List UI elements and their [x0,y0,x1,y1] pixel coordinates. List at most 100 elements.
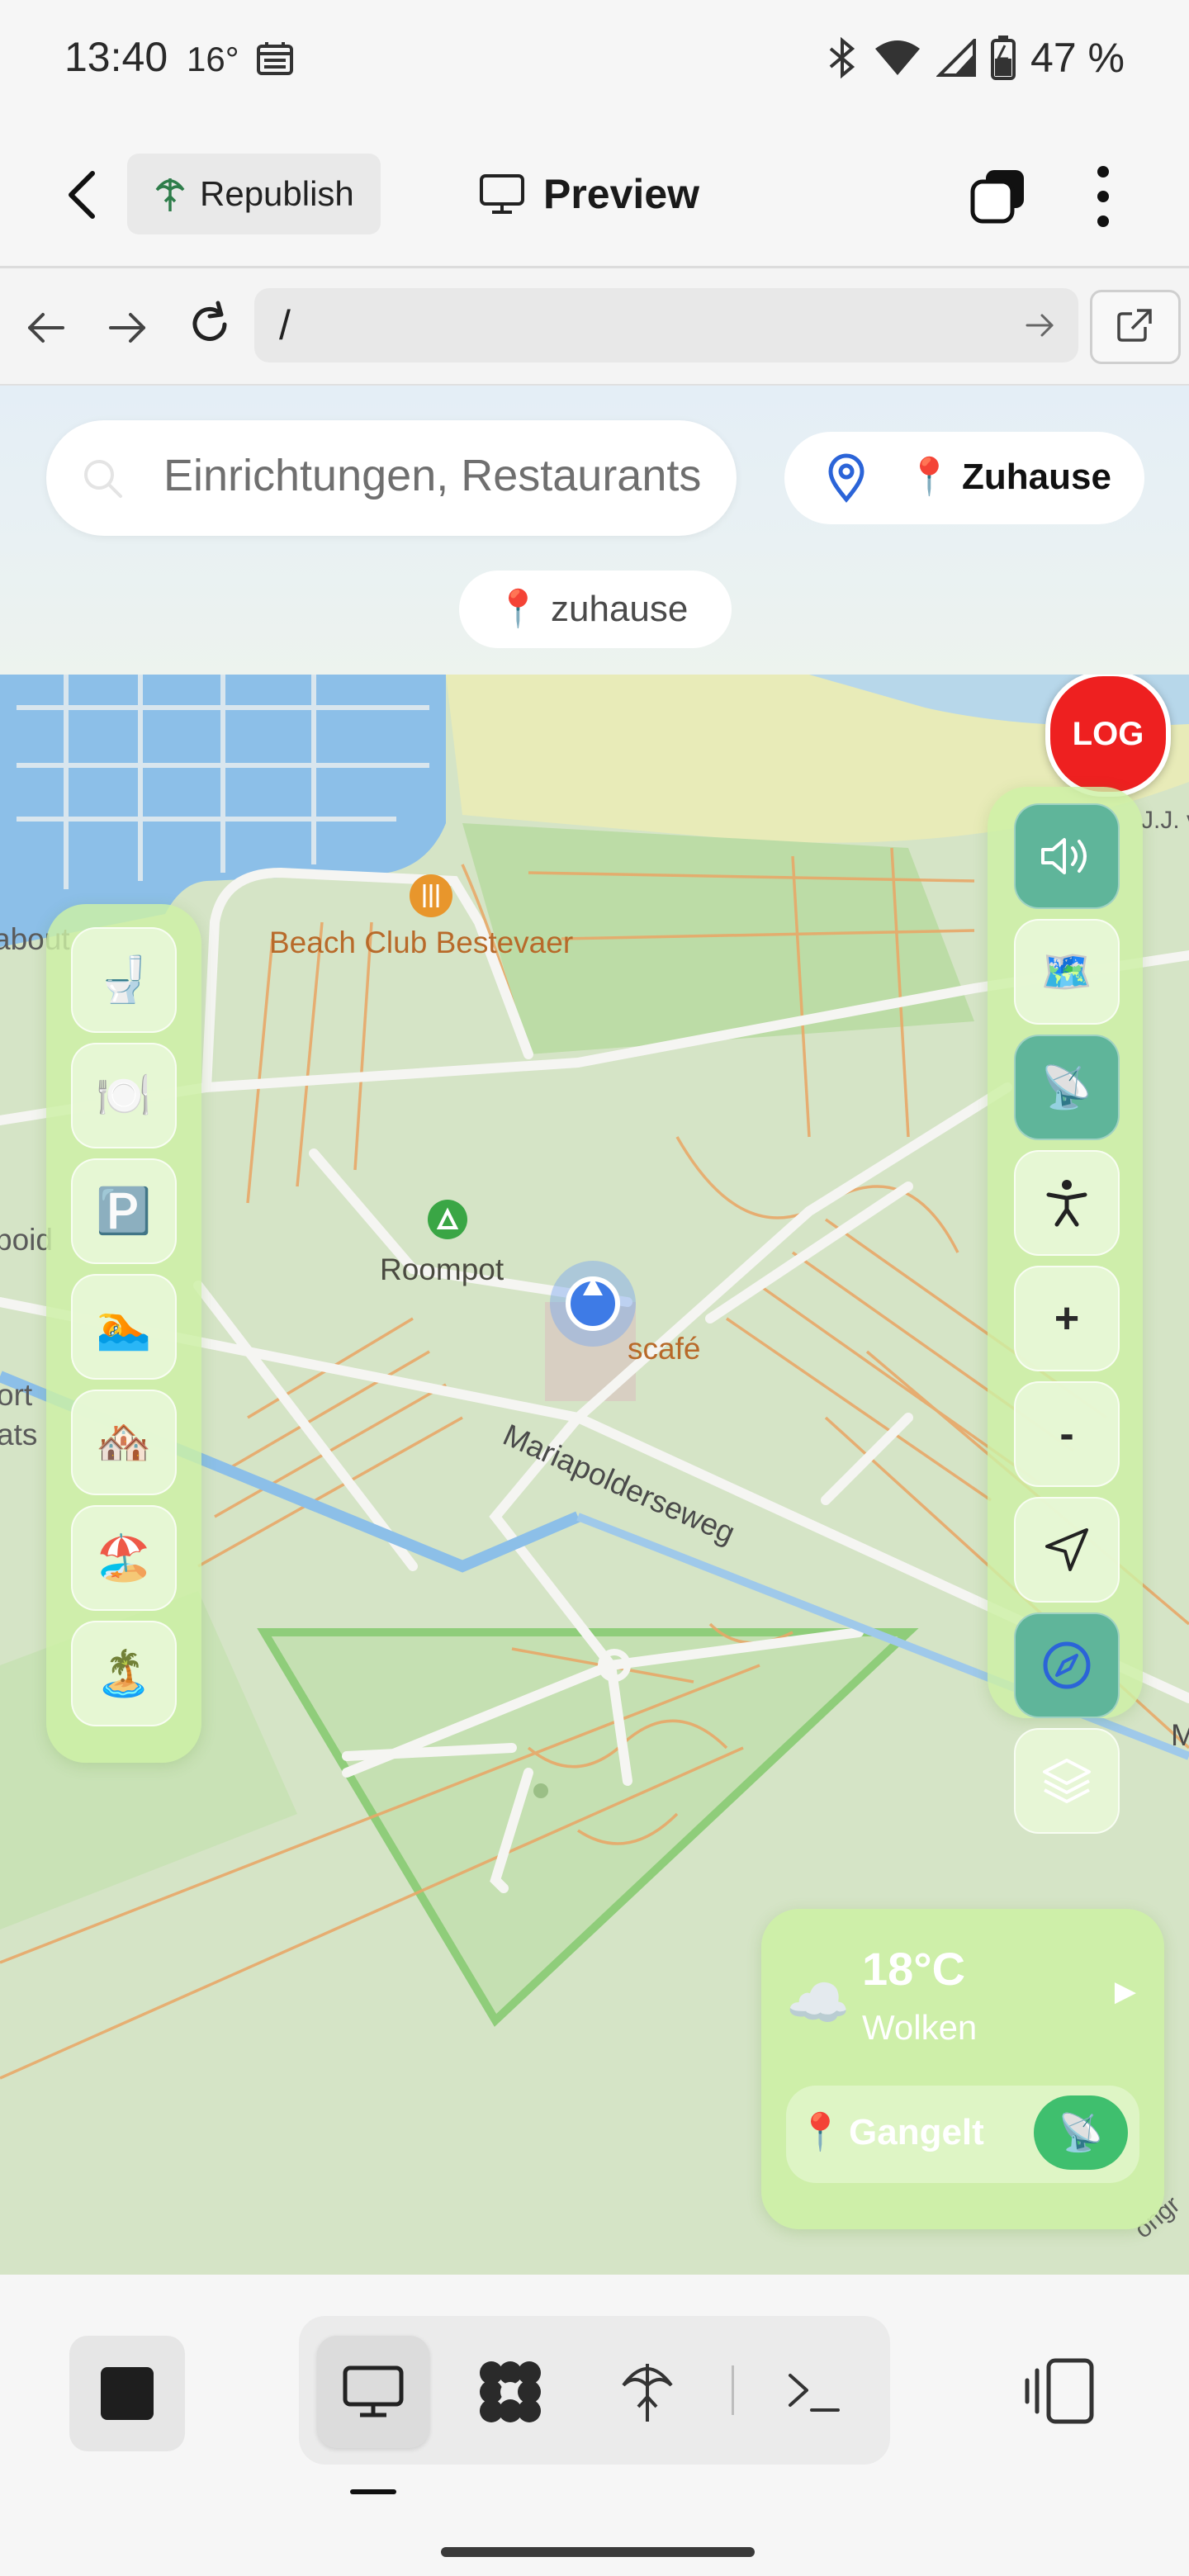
restaurant-icon: 🍽️ [96,1070,152,1120]
map-label-beach-club: Beach Club Bestevaer [269,926,574,959]
map-label-edge-6: M [1171,1718,1189,1752]
more-menu-icon[interactable] [1088,163,1118,230]
satellite-icon: 📡 [1040,1063,1093,1110]
home-location-button[interactable]: 📍 Zuhause [784,432,1144,524]
map-label-edge-5: J.J. v [1141,807,1189,834]
satellite-button[interactable]: 📡 [1014,1035,1120,1140]
layers-icon [1043,1759,1091,1803]
expand-arrow-icon[interactable]: ▶ [1115,1975,1136,2008]
category-toilet-button[interactable]: 🚽 [71,927,177,1033]
reload-icon[interactable] [183,298,236,351]
category-restaurant-button[interactable]: 🍽️ [71,1043,177,1148]
category-panel: 🚽 🍽️ 🅿️ 🏊 🏘️ 🏖️ 🏝️ [46,904,201,1763]
panel-toggle-icon[interactable] [1024,2354,1098,2428]
log-button[interactable]: LOG [1045,675,1171,797]
home-button-label: 📍 Zuhause [907,457,1111,497]
workspace-tabs [299,2316,890,2465]
search-icon [84,460,122,498]
bottom-bar [0,2275,1189,2576]
go-arrow-icon[interactable] [1019,305,1060,346]
home-chip-label: 📍 zuhause [495,589,689,629]
republish-button[interactable]: Republish [127,154,381,234]
monitor-icon [343,2365,404,2417]
zoom-in-button[interactable]: + [1014,1266,1120,1371]
map-label-edge-4: ats [0,1418,38,1451]
map-label-edge-3: ort [0,1378,33,1412]
compass-button[interactable] [1014,1612,1120,1718]
stop-icon [101,2367,154,2420]
tab-workflows[interactable] [454,2336,566,2448]
map-label-cafe: scafé [628,1332,701,1366]
speaker-icon [1041,838,1087,874]
zoom-out-button[interactable]: - [1014,1381,1120,1487]
status-time: 13:40 [64,34,168,80]
category-accommodation-button[interactable]: 🏘️ [71,1390,177,1495]
sound-toggle-button[interactable] [1014,803,1120,909]
layers-button[interactable] [1014,1728,1120,1834]
zoom-out-label: - [1059,1410,1074,1458]
cloud-icon: ☁️ [786,1975,850,2032]
status-bar: 13:40 16° 47 % [0,0,1189,124]
nav-forward-icon[interactable] [101,301,154,354]
tabs-icon[interactable] [969,167,1027,225]
navigate-button[interactable] [1014,1497,1120,1603]
map-control-panel: 🗺️ 📡 + - [988,787,1143,1834]
category-island-button[interactable]: 🏝️ [71,1621,177,1726]
selected-tab-indicator [350,2489,396,2494]
back-chevron-icon[interactable] [58,165,107,225]
accessibility-icon [1046,1180,1087,1227]
category-swimming-button[interactable]: 🏊 [71,1274,177,1380]
cell-signal-icon [936,39,977,77]
weather-location-row[interactable]: 📍 Gangelt 📡 [786,2086,1139,2183]
tab-deploy[interactable] [591,2336,703,2448]
navigation-arrow-icon [1045,1528,1088,1571]
deploy-icon [155,178,185,211]
location-pin-icon [828,453,865,503]
toilet-icon: 🚽 [96,954,152,1005]
map-label-roompot: Roompot [380,1252,504,1286]
url-bar[interactable]: / [254,288,1078,362]
map-style-button[interactable]: 🗺️ [1014,919,1120,1025]
compass-icon [1043,1641,1091,1689]
search-input[interactable]: Einrichtungen, Restaurants [163,450,725,501]
status-right-group: 47 % [826,31,1125,84]
republish-label: Republish [200,174,354,213]
weather-location: Gangelt [849,2112,984,2152]
home-indicator [441,2547,755,2557]
category-beach-button[interactable]: 🏖️ [71,1505,177,1611]
battery-percent: 47 % [1030,35,1125,81]
url-text: / [279,302,291,348]
weather-temperature: 18°C [862,1943,966,1995]
map-view[interactable]: Beach Club Bestevaer Roompot scafé Maria… [0,675,1189,2275]
houses-icon: 🏘️ [96,1417,152,1467]
status-temperature: 16° [187,40,239,78]
location-pin-icon: 📍 [798,2112,843,2152]
beach-umbrella-icon: 🏖️ [96,1532,152,1583]
external-link-icon [1117,309,1152,342]
map-icon: 🗺️ [1040,948,1093,995]
weather-description: Wolken [862,2008,978,2047]
category-parking-button[interactable]: 🅿️ [71,1158,177,1264]
search-box[interactable]: Einrichtungen, Restaurants [46,420,737,536]
weather-satellite-button[interactable]: 📡 [1034,2095,1128,2170]
preview-tab[interactable]: Preview [479,165,699,223]
nav-back-icon[interactable] [20,301,73,354]
browser-bar: / [0,268,1189,386]
parking-icon: 🅿️ [96,1186,152,1236]
map-label-edge-2: boid [0,1223,53,1257]
open-external-button[interactable] [1090,290,1181,364]
deploy-icon [622,2364,673,2422]
home-chip[interactable]: 📍 zuhause [459,571,732,648]
console-icon [789,2374,840,2412]
tab-preview[interactable] [317,2336,429,2448]
tab-console[interactable] [758,2336,870,2448]
monitor-icon [480,174,524,214]
stop-button[interactable] [69,2336,185,2451]
weather-card[interactable]: ☁️ 18°C Wolken ▶ 📍 Gangelt 📡 [761,1909,1164,2229]
page-header: Einrichtungen, Restaurants 📍 Zuhause 📍 z… [0,386,1189,675]
workflows-icon [480,2361,541,2422]
zoom-in-label: + [1054,1295,1080,1342]
accessibility-button[interactable] [1014,1150,1120,1256]
swimming-icon: 🏊 [96,1301,152,1352]
wifi-icon [875,40,921,75]
